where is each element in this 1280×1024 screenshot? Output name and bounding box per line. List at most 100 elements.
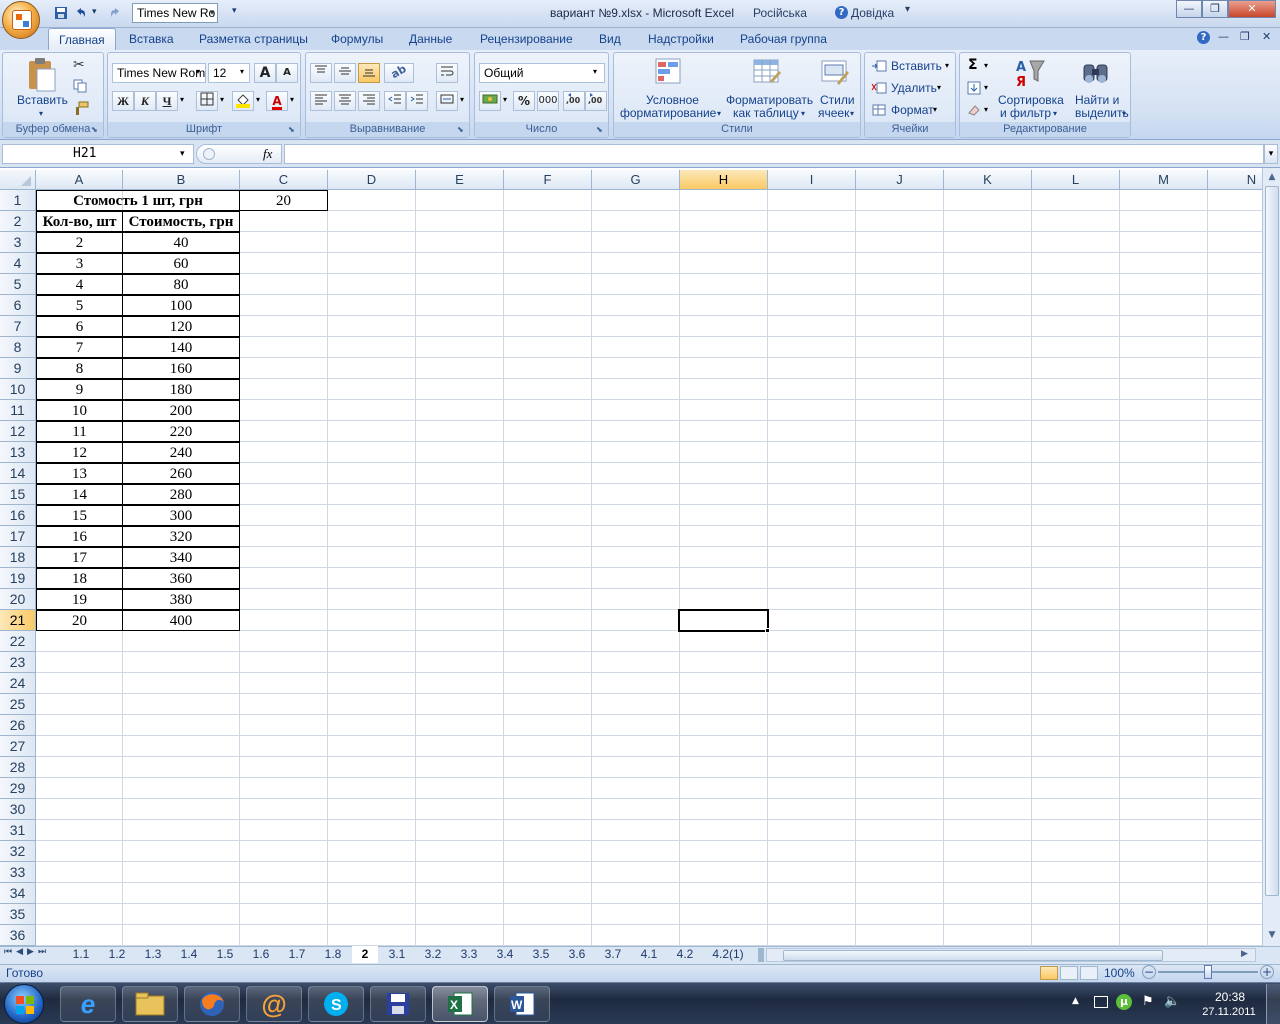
row-header-2[interactable]: 2: [0, 211, 36, 232]
percent-style-button[interactable]: %: [513, 91, 535, 111]
cell-cost[interactable]: 140: [122, 337, 240, 358]
sheet-tab-1-1[interactable]: 1.1: [64, 946, 98, 963]
zoom-slider-thumb[interactable]: [1204, 965, 1212, 979]
alignment-launcher-icon[interactable]: ⬊: [457, 125, 467, 135]
underline-dropdown-icon[interactable]: ▾: [180, 95, 184, 104]
help-icon[interactable]: ?: [835, 6, 848, 19]
expand-formula-bar-icon[interactable]: ▾: [1264, 144, 1278, 164]
decrease-decimal-icon[interactable]: ,00: [585, 91, 607, 111]
floppy-app-icon[interactable]: [370, 986, 426, 1022]
find-select-label-1[interactable]: Найти и: [1075, 93, 1119, 107]
sheet-tab-3-3[interactable]: 3.3: [452, 946, 486, 963]
insert-cells-icon[interactable]: [871, 59, 887, 73]
column-header-j[interactable]: J: [856, 170, 944, 190]
tab-review[interactable]: Рецензирование: [470, 28, 583, 50]
cell-cost[interactable]: 240: [122, 442, 240, 463]
align-left-icon[interactable]: [310, 91, 332, 111]
shrink-font-button[interactable]: A: [276, 63, 298, 83]
sheet-tab-1-8[interactable]: 1.8: [316, 946, 350, 963]
row-header-19[interactable]: 19: [0, 568, 36, 589]
number-format-dropdown-icon[interactable]: ▾: [593, 67, 597, 76]
workbook-minimize-icon[interactable]: —: [1218, 30, 1229, 43]
select-all-button[interactable]: [0, 170, 36, 190]
cell-qty[interactable]: 7: [36, 337, 123, 358]
row-header-14[interactable]: 14: [0, 463, 36, 484]
cell-qty[interactable]: 9: [36, 379, 123, 400]
office-button[interactable]: [2, 1, 40, 39]
font-color-button[interactable]: A: [266, 91, 288, 111]
tab-formulas[interactable]: Формулы: [321, 28, 393, 50]
conditional-formatting-label-1[interactable]: Условное: [646, 93, 699, 107]
sheet-nav-icons[interactable]: ⏮◀▶⏭: [4, 947, 50, 957]
conditional-formatting-dropdown-icon[interactable]: ▾: [717, 109, 721, 118]
undo-icon[interactable]: [72, 4, 90, 22]
explorer-folder-icon[interactable]: [122, 986, 178, 1022]
comma-style-button[interactable]: 000: [537, 91, 559, 111]
row-header-30[interactable]: 30: [0, 799, 36, 820]
row-header-33[interactable]: 33: [0, 862, 36, 883]
row-header-23[interactable]: 23: [0, 652, 36, 673]
row-header-13[interactable]: 13: [0, 442, 36, 463]
row-header-10[interactable]: 10: [0, 379, 36, 400]
find-select-dropdown-icon[interactable]: ▾: [1122, 109, 1126, 118]
number-format-combo[interactable]: Общий: [479, 63, 605, 83]
cell-qty[interactable]: 18: [36, 568, 123, 589]
normal-view-icon[interactable]: [1040, 966, 1058, 980]
clear-dropdown-icon[interactable]: ▾: [984, 105, 988, 114]
font-size-dropdown-icon[interactable]: ▾: [240, 67, 244, 76]
copy-icon[interactable]: [73, 79, 87, 93]
cell-qty[interactable]: 20: [36, 610, 123, 631]
column-header-a[interactable]: A: [36, 170, 123, 190]
format-cells-label[interactable]: Формат: [891, 103, 934, 117]
cell-styles-label-2[interactable]: ячеек: [818, 106, 849, 120]
wrap-text-icon[interactable]: [436, 63, 458, 83]
autosum-button[interactable]: Σ: [968, 57, 978, 73]
format-painter-icon[interactable]: [73, 101, 89, 115]
cell-cost[interactable]: 160: [122, 358, 240, 379]
tab-home[interactable]: Главная: [48, 28, 116, 50]
row-header-28[interactable]: 28: [0, 757, 36, 778]
cell-a1-label[interactable]: Стомость 1 шт, грн: [36, 190, 240, 211]
cell-a2-header[interactable]: Кол-во, шт: [36, 211, 123, 232]
paste-icon[interactable]: [25, 57, 57, 95]
row-header-17[interactable]: 17: [0, 526, 36, 547]
insert-function-button[interactable]: fx: [263, 146, 272, 162]
cell-cost[interactable]: 200: [122, 400, 240, 421]
conditional-formatting-icon[interactable]: [654, 57, 684, 87]
sort-filter-label-2[interactable]: и фильтр: [1000, 106, 1051, 120]
column-header-g[interactable]: G: [592, 170, 680, 190]
vertical-scrollbar[interactable]: ▲ ▼: [1262, 168, 1280, 946]
cell-styles-label-1[interactable]: Стили: [820, 93, 855, 107]
column-header-d[interactable]: D: [328, 170, 416, 190]
find-select-icon[interactable]: [1080, 57, 1112, 89]
row-header-3[interactable]: 3: [0, 232, 36, 253]
sheet-tab-1-5[interactable]: 1.5: [208, 946, 242, 963]
tray-utorrent-icon[interactable]: µ: [1116, 994, 1132, 1010]
cell-cost[interactable]: 280: [122, 484, 240, 505]
scroll-right-icon[interactable]: ▶: [1241, 949, 1248, 959]
merge-dropdown-icon[interactable]: ▾: [460, 95, 464, 104]
cell-cost[interactable]: 80: [122, 274, 240, 295]
fill-handle[interactable]: [765, 628, 770, 633]
sheet-tab-4-2-1-[interactable]: 4.2(1): [704, 946, 752, 963]
firefox-icon[interactable]: [184, 986, 240, 1022]
cell-cost[interactable]: 320: [122, 526, 240, 547]
language-indicator[interactable]: Російська: [753, 6, 807, 20]
ribbon-help-icon[interactable]: ?: [1197, 31, 1210, 44]
sort-filter-icon[interactable]: АЯ: [1012, 57, 1046, 90]
column-header-k[interactable]: K: [944, 170, 1032, 190]
sheet-tab-3-2[interactable]: 3.2: [416, 946, 450, 963]
row-header-7[interactable]: 7: [0, 316, 36, 337]
cell-qty[interactable]: 16: [36, 526, 123, 547]
cell-styles-dropdown-icon[interactable]: ▾: [850, 109, 854, 118]
column-header-b[interactable]: B: [123, 170, 240, 190]
selected-cell-h21[interactable]: [678, 609, 769, 632]
scroll-down-icon[interactable]: ▼: [1265, 928, 1279, 942]
font-name-combo[interactable]: Times New Rom: [112, 63, 206, 83]
vertical-scroll-thumb[interactable]: [1265, 186, 1279, 896]
row-header-26[interactable]: 26: [0, 715, 36, 736]
fill-dropdown-icon[interactable]: ▾: [984, 83, 988, 92]
workbook-close-icon[interactable]: ✕: [1262, 30, 1271, 43]
page-break-view-icon[interactable]: [1080, 966, 1098, 980]
internet-explorer-icon[interactable]: e: [60, 986, 116, 1022]
